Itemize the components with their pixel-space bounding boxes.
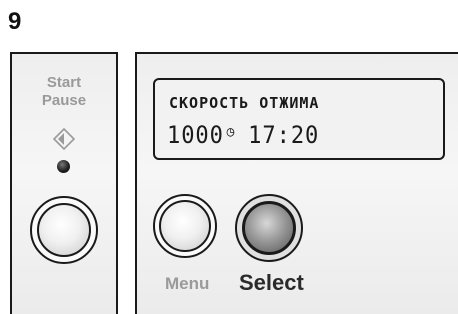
status-led-icon (57, 160, 70, 173)
control-panel: СКОРОСТЬ ОТЖИМА 1000 ◷ 17:20 Menu Select (135, 52, 458, 314)
select-label: Select (239, 270, 304, 295)
start-pause-panel: Start Pause (10, 52, 118, 314)
menu-button[interactable] (153, 194, 217, 258)
spin-icon: ◷ (226, 124, 236, 140)
pause-label: Pause (41, 92, 87, 109)
spin-speed-value: 1000 (167, 121, 224, 149)
start-label: Start (46, 74, 82, 91)
step-number: 9 (8, 8, 22, 35)
menu-button-face[interactable] (159, 200, 211, 252)
lcd-display: СКОРОСТЬ ОТЖИМА 1000 ◷ 17:20 (153, 78, 445, 160)
display-line2: 1000 ◷ 17:20 (167, 120, 319, 150)
select-button[interactable] (235, 194, 303, 262)
time-value: 17:20 (248, 121, 320, 149)
menu-label: Menu (165, 274, 210, 293)
start-pause-button[interactable] (30, 196, 98, 264)
select-button-face[interactable] (242, 201, 296, 255)
start-pause-icon (52, 127, 76, 155)
start-pause-button-face[interactable] (37, 203, 91, 257)
display-line1: СКОРОСТЬ ОТЖИМА (169, 94, 320, 112)
